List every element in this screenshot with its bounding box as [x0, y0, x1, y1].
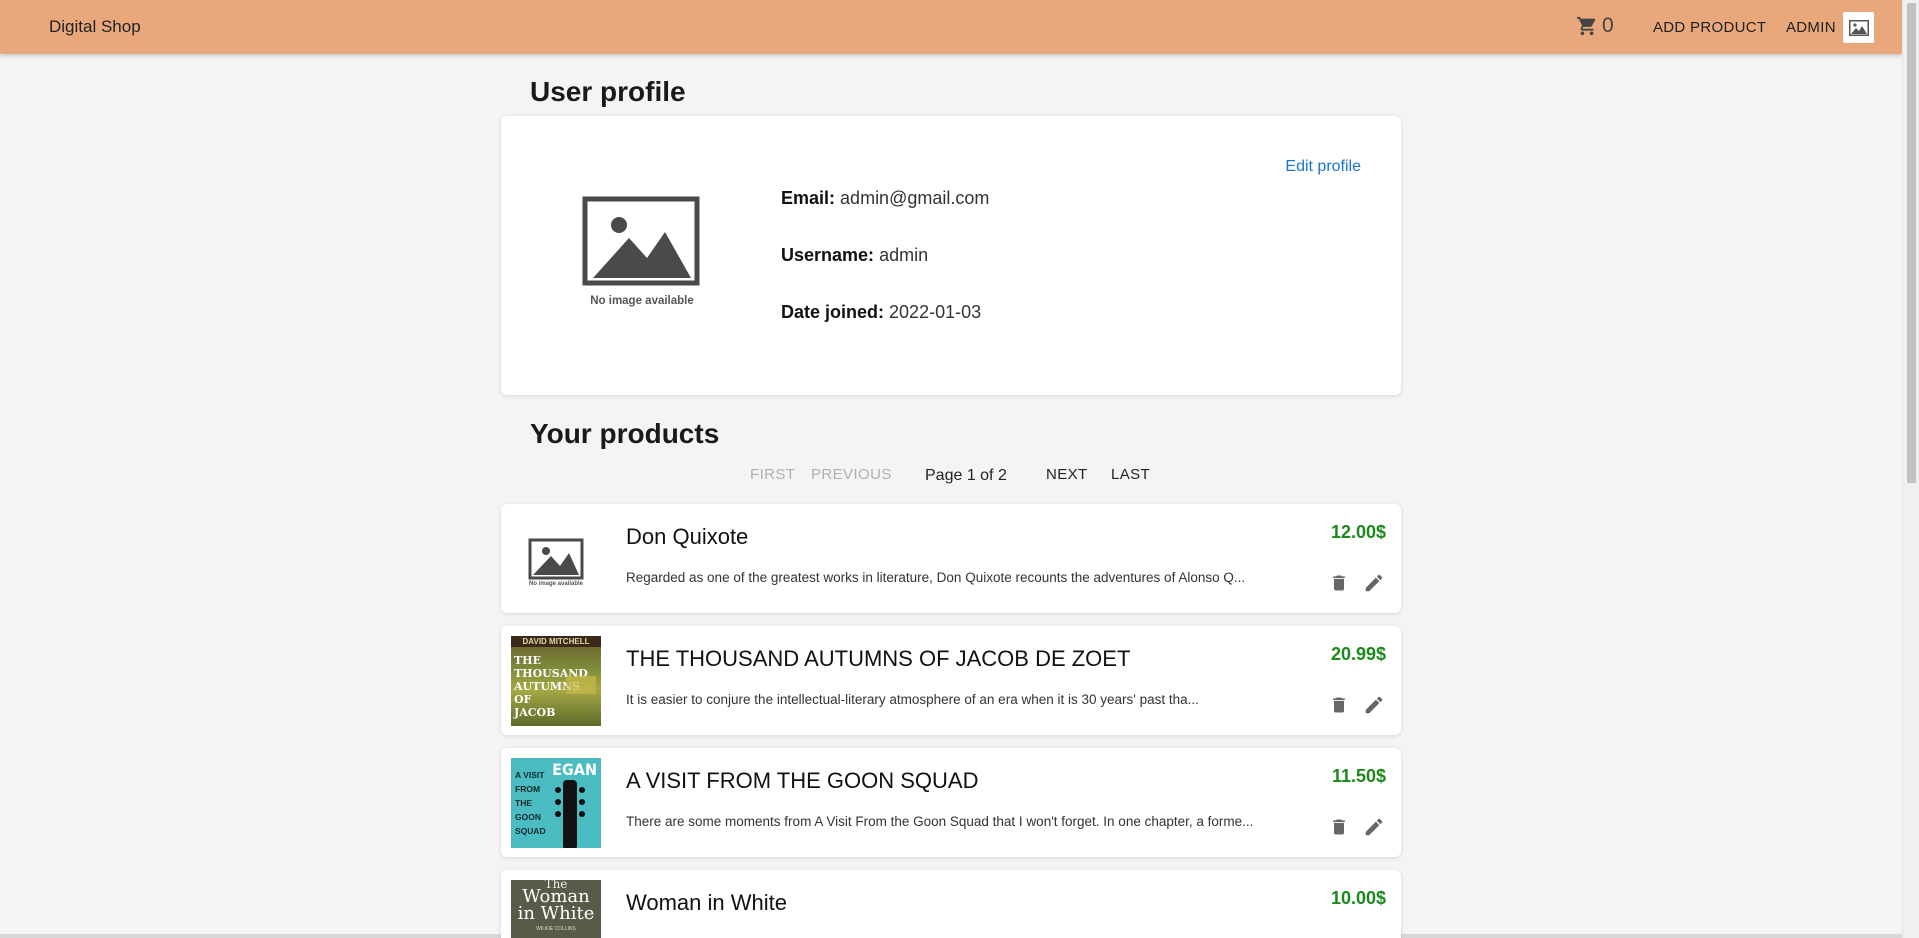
product-title[interactable]: THE THOUSAND AUTUMNS OF JACOB DE ZOET [626, 646, 1130, 672]
product-description: Regarded as one of the greatest works in… [626, 570, 1246, 585]
products-heading: Your products [530, 418, 720, 449]
edit-icon[interactable] [1363, 694, 1385, 716]
product-card[interactable]: No image available Don Quixote Regarded … [501, 504, 1401, 613]
no-image-icon [528, 538, 584, 580]
cover-title: THE THOUSAND AUTUMNS OF JACOB [514, 654, 588, 719]
username-label: Username: [781, 245, 875, 265]
brand-link[interactable]: Digital Shop [49, 17, 141, 37]
email-value: admin@gmail.com [840, 188, 990, 208]
date-joined-field: Date joined: 2022-01-03 [781, 302, 981, 323]
page-indicator: Page 1 of 2 [925, 467, 1007, 484]
add-product-button[interactable]: ADD PRODUCT [1653, 19, 1766, 36]
image-placeholder-icon [1848, 19, 1869, 36]
cover-author: EGAN [552, 760, 597, 779]
product-title[interactable]: Woman in White [626, 890, 787, 916]
product-thumbnail: DAVID MITCHELL THE THOUSAND AUTUMNS OF J… [511, 636, 601, 726]
no-image-caption: No image available [590, 295, 694, 307]
guitar-icon [555, 780, 585, 848]
cart-icon [1576, 16, 1596, 36]
cover-author: WILKIE COLLINS [536, 926, 576, 932]
no-image-icon [582, 196, 700, 286]
username-value: admin [879, 245, 929, 265]
date-joined-value: 2022-01-03 [889, 302, 982, 322]
cover-title: Woman in White [517, 886, 595, 924]
cover-author: DAVID MITCHELL [511, 636, 601, 647]
previous-page-button[interactable]: PREVIOUS [811, 466, 892, 483]
email-label: Email: [781, 188, 836, 208]
last-page-button[interactable]: LAST [1111, 466, 1150, 483]
product-description: There are some moments from A Visit From… [626, 814, 1254, 829]
delete-icon[interactable] [1329, 572, 1349, 594]
product-thumbnail: The Woman in White WILKIE COLLINS [511, 880, 601, 938]
product-description: It is easier to conjure the intellectual… [626, 692, 1199, 707]
cart-button[interactable]: 0 [1576, 14, 1614, 38]
date-joined-label: Date joined: [781, 302, 885, 322]
delete-icon[interactable] [1329, 816, 1349, 838]
product-price: 20.99$ [1330, 644, 1386, 664]
edit-profile-link[interactable]: Edit profile [1285, 158, 1361, 176]
cover-art [566, 676, 596, 694]
product-card[interactable]: The Woman in White WILKIE COLLINS Woman … [501, 870, 1401, 938]
product-price: 11.50$ [1331, 766, 1386, 786]
email-field: Email: admin@gmail.com [781, 188, 989, 209]
vertical-scrollbar[interactable] [1902, 0, 1919, 938]
user-menu-button[interactable]: ADMIN [1786, 19, 1836, 36]
profile-card: No image available Edit profile Email: a… [501, 116, 1401, 395]
product-card[interactable]: DAVID MITCHELL THE THOUSAND AUTUMNS OF J… [501, 626, 1401, 735]
product-title[interactable]: A VISIT FROM THE GOON SQUAD [626, 768, 978, 794]
profile-heading: User profile [530, 76, 686, 107]
cart-count: 0 [1602, 14, 1614, 37]
profile-image: No image available [581, 196, 703, 314]
product-price: 10.00$ [1330, 888, 1386, 908]
edit-icon[interactable] [1363, 572, 1385, 594]
no-image-caption: No image available [528, 581, 584, 587]
scrollbar-thumb[interactable] [1907, 3, 1916, 483]
username-field: Username: admin [781, 245, 928, 266]
delete-icon[interactable] [1329, 694, 1349, 716]
product-card[interactable]: EGAN A VISIT FROM THE GOON SQUAD A VISIT… [501, 748, 1401, 857]
next-page-button[interactable]: NEXT [1046, 466, 1088, 483]
app-bar: Digital Shop 0 ADD PRODUCT ADMIN [0, 0, 1902, 54]
product-thumbnail: No image available [511, 514, 601, 604]
edit-icon[interactable] [1363, 816, 1385, 838]
product-thumbnail: EGAN A VISIT FROM THE GOON SQUAD [511, 758, 601, 848]
first-page-button[interactable]: FIRST [750, 466, 795, 483]
product-price: 12.00$ [1330, 522, 1386, 542]
product-title[interactable]: Don Quixote [626, 524, 748, 550]
avatar[interactable] [1843, 12, 1874, 43]
